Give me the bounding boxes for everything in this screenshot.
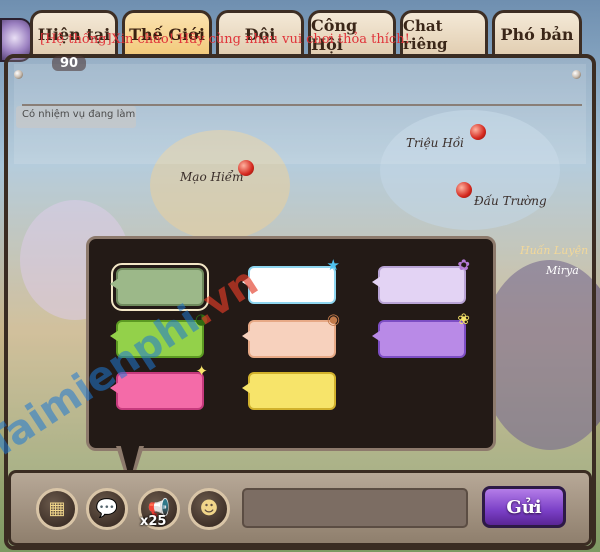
bubble-tail (372, 276, 381, 288)
player-level: 90 (52, 56, 87, 71)
message-input[interactable] (242, 488, 468, 528)
tab-dungeon[interactable]: Phó bản (492, 10, 582, 56)
smiley-icon: ☻ (199, 498, 219, 519)
speech-bubble-icon: 💬 (95, 498, 119, 519)
map-label-trieu-hoi: Triệu Hồi (406, 136, 464, 150)
map-marker-icon (238, 160, 254, 176)
bubble-option-white-star[interactable]: ★ (242, 258, 340, 304)
bubble-tail (242, 382, 251, 394)
bubble-tail (242, 276, 251, 288)
bow-icon: ✿ (457, 256, 470, 274)
map-marker-icon (456, 182, 472, 198)
star-icon: ★ (326, 256, 340, 274)
frame-rivet (572, 70, 581, 79)
system-message: [Hệ thống]Xin chào! Hãy cùng nhau vui ch… (40, 32, 410, 47)
frame-rivet (14, 70, 23, 79)
bubble-option-green-dark[interactable] (110, 263, 209, 311)
bubble-tail (242, 330, 251, 342)
send-button[interactable]: Gửi (482, 486, 566, 528)
map-marker-icon (470, 124, 486, 140)
leaf-icon: ✦ (195, 362, 208, 380)
bubble-option-yellow[interactable] (242, 372, 336, 410)
bubble-option-lime-frog[interactable]: ◕ (110, 312, 208, 358)
quest-status-tag: Có nhiệm vụ đang làm (16, 106, 136, 128)
map-label-huan-luyen: Huấn Luyện (520, 244, 589, 257)
bubble-tail (110, 382, 119, 394)
keyboard-toggle-button[interactable]: ▦ (36, 488, 78, 530)
bubble-option-purple-flower[interactable]: ❀ (372, 312, 470, 358)
map-label-mao-hiem: Mạo Hiểm (180, 170, 244, 184)
emoji-button[interactable]: ☻ (188, 488, 230, 530)
npc-name-label: Mirya (546, 264, 579, 277)
megaphone-count: x25 (140, 514, 167, 529)
bubble-tail (110, 330, 119, 342)
bubble-style-button[interactable]: 💬 (86, 488, 128, 530)
map-label-dau-truong: Đấu Trường (474, 194, 547, 208)
tab-private-chat[interactable]: Chat riêng (400, 10, 488, 56)
bubble-option-pink-stripe[interactable]: ✦ (110, 364, 208, 410)
bubble-tail (372, 330, 381, 342)
flower-icon: ❀ (457, 310, 470, 328)
cat-icon: ◉ (326, 310, 340, 328)
bubble-option-peach-cat[interactable]: ◉ (242, 312, 340, 358)
frog-icon: ◕ (194, 310, 208, 328)
bubble-option-lavender-bow[interactable]: ✿ (372, 258, 470, 304)
chat-divider (22, 104, 582, 106)
keyboard-icon: ▦ (48, 498, 66, 519)
bubble-tail (110, 278, 119, 290)
